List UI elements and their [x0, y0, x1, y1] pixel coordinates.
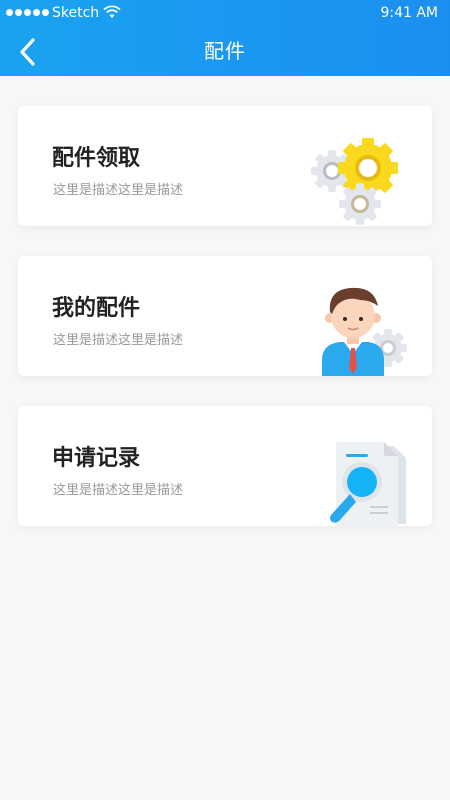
page-title: 配件: [204, 39, 246, 63]
card-title: 配件领取: [52, 146, 141, 171]
card-accessory-claim[interactable]: 配件领取 这里是描述这里是描述: [18, 106, 432, 226]
carrier-label: Sketch: [52, 5, 100, 21]
card-my-accessories[interactable]: 我的配件 这里是描述这里是描述: [18, 256, 432, 376]
clock-time: 9:41 AM: [380, 5, 438, 21]
card-application-records[interactable]: 申请记录 这里是描述这里是描述: [18, 406, 432, 526]
gears-icon: [311, 138, 398, 225]
person-icon: [322, 287, 407, 376]
signal-icon: [6, 9, 49, 16]
wifi-icon: [103, 5, 121, 18]
status-bar: Sketch 9:41 AM: [0, 0, 450, 26]
card-title: 我的配件: [52, 296, 141, 321]
card-description: 这里是描述这里是描述: [53, 333, 184, 348]
nav-header: Sketch 9:41 AM 配件: [0, 0, 450, 76]
card-description: 这里是描述这里是描述: [53, 183, 184, 198]
document-search-icon: [330, 442, 406, 526]
card-title: 申请记录: [52, 446, 141, 471]
card-description: 这里是描述这里是描述: [53, 483, 184, 498]
